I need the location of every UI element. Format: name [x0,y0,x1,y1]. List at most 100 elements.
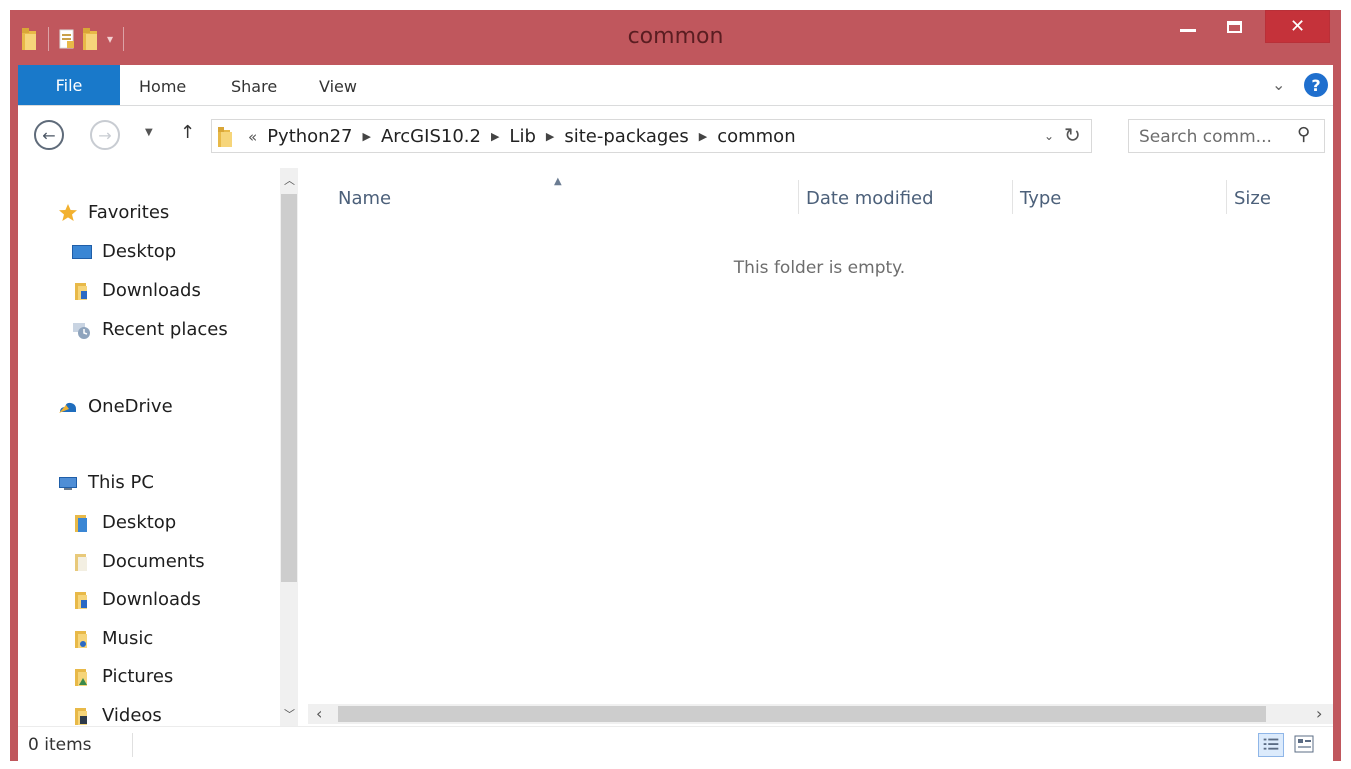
pictures-icon [75,668,87,686]
chevron-right-icon[interactable]: ▶ [491,130,499,143]
customize-arrow-icon[interactable]: ▾ [107,32,113,46]
address-bar[interactable]: « Python27 ▶ ArcGIS10.2 ▶ Lib ▶ site-pac… [211,119,1092,153]
nav-label: Music [102,628,154,649]
recent-locations-icon[interactable]: ▼ [145,127,153,138]
nav-label: Recent places [102,319,228,340]
close-icon: ✕ [1289,16,1306,37]
nav-pc-pictures[interactable]: Pictures [72,666,173,687]
column-size[interactable]: Size [1234,188,1271,209]
tab-home[interactable]: Home [139,77,186,96]
tab-share[interactable]: Share [231,77,277,96]
back-button[interactable]: ← [34,120,64,150]
nav-favorites-desktop[interactable]: Desktop [72,241,176,262]
nav-pc-documents[interactable]: Documents [72,551,205,572]
chevron-right-icon[interactable]: ▶ [699,130,707,143]
item-count: 0 items [28,735,92,755]
horizontal-scrollbar[interactable]: ‹ › [308,704,1333,724]
maximize-icon [1226,20,1242,33]
chevron-down-icon[interactable]: ⌄ [1044,129,1054,143]
nav-recent-places[interactable]: Recent places [72,319,228,340]
navigation-pane: Favorites Desktop Downloads Recent place… [18,168,280,726]
breadcrumb-python27[interactable]: Python27 [267,126,352,147]
chevron-right-icon[interactable]: ▶ [546,130,554,143]
explorer-window: ▾ common ✕ File Home Share View ⌄ ? ← → … [10,10,1341,762]
minimize-button[interactable] [1165,10,1211,43]
chevron-right-icon[interactable]: › [1316,704,1322,723]
nav-pc-downloads[interactable]: Downloads [72,589,201,610]
breadcrumb: « Python27 ▶ ArcGIS10.2 ▶ Lib ▶ site-pac… [248,126,796,147]
sort-ascending-icon: ▲ [554,176,562,187]
star-icon [59,203,77,221]
column-divider[interactable] [1012,180,1013,214]
folder-icon [218,127,232,147]
breadcrumb-lib[interactable]: Lib [509,126,535,147]
details-view-icon[interactable] [1258,733,1284,757]
breadcrumb-site-packages[interactable]: site-packages [564,126,688,147]
nav-onedrive[interactable]: OneDrive [58,396,173,417]
column-date-modified[interactable]: Date modified [806,188,934,209]
recent-places-icon [73,322,90,339]
divider [132,733,133,757]
nav-pc-music[interactable]: Music [72,628,153,649]
onedrive-icon [59,402,76,413]
minimize-icon [1180,29,1196,32]
tab-file[interactable]: File [18,65,120,105]
nav-this-pc[interactable]: This PC [58,472,154,493]
window-title: common [627,24,724,49]
nav-label: This PC [88,472,154,493]
nav-label: OneDrive [88,396,173,417]
breadcrumb-overflow[interactable]: « [248,128,257,146]
desktop-folder-icon [75,514,87,532]
properties-icon[interactable] [59,29,75,49]
navigation-bar: ← → ▼ ↑ « Python27 ▶ ArcGIS10.2 ▶ Lib ▶ … [18,106,1333,168]
expand-ribbon-icon[interactable]: ⌄ [1272,75,1285,94]
tab-view[interactable]: View [319,77,357,96]
new-folder-icon[interactable] [83,28,99,50]
back-arrow-icon: ← [42,125,56,145]
breadcrumb-common[interactable]: common [717,126,795,147]
up-button[interactable]: ↑ [180,122,195,143]
nav-label: Downloads [102,280,201,301]
nav-pc-desktop[interactable]: Desktop [72,512,176,533]
chevron-left-icon[interactable]: ‹ [316,704,322,723]
nav-label: Documents [102,551,205,572]
nav-label: Desktop [102,241,177,262]
chevron-up-icon[interactable]: ︿ [284,172,295,188]
help-icon[interactable]: ? [1304,73,1328,97]
scrollbar-thumb[interactable] [281,194,297,582]
column-divider[interactable] [798,180,799,214]
close-button[interactable]: ✕ [1265,10,1330,43]
large-icons-view-icon[interactable] [1294,735,1314,753]
nav-label: Downloads [102,589,201,610]
search-input[interactable] [1137,125,1291,149]
music-icon [75,630,87,648]
column-divider[interactable] [1226,180,1227,214]
maximize-button[interactable] [1211,10,1257,43]
status-bar: 0 items [18,726,1333,762]
downloads-icon [75,282,87,300]
empty-folder-message: This folder is empty. [733,258,906,278]
forward-arrow-icon: → [98,125,112,145]
column-name[interactable]: Name [338,188,391,209]
column-type[interactable]: Type [1020,188,1061,209]
search-icon[interactable]: ⚲ [1297,124,1310,145]
nav-favorites[interactable]: Favorites [58,202,169,223]
search-box[interactable]: ⚲ [1128,119,1325,153]
scrollbar-thumb[interactable] [338,706,1266,722]
folder-icon[interactable] [22,28,38,50]
nav-pc-videos[interactable]: Videos [72,705,162,726]
chevron-down-icon[interactable]: ﹀ [284,706,295,722]
forward-button[interactable]: → [90,120,120,150]
nav-label: Desktop [102,512,177,533]
navigation-scrollbar[interactable]: ︿ ﹀ [280,168,298,726]
videos-icon [75,707,87,725]
nav-favorites-downloads[interactable]: Downloads [72,280,201,301]
downloads-icon [75,591,87,609]
file-list: ▲ Name Date modified Type Size This fold… [306,168,1333,726]
title-bar[interactable]: ▾ common ✕ [10,10,1341,65]
refresh-icon[interactable]: ↻ [1064,123,1081,147]
chevron-right-icon[interactable]: ▶ [363,130,371,143]
ribbon: File Home Share View ⌄ ? [18,65,1333,106]
nav-label: Pictures [102,666,174,687]
breadcrumb-arcgis[interactable]: ArcGIS10.2 [381,126,481,147]
